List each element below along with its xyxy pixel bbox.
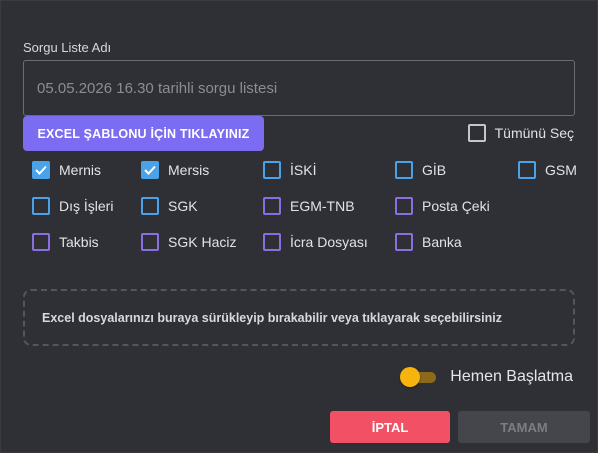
checkbox-box <box>395 161 413 179</box>
checkbox-box <box>395 197 413 215</box>
checkbox-box <box>263 197 281 215</box>
checkbox-box <box>141 233 159 251</box>
check-icon <box>144 165 156 175</box>
checkbox-box <box>467 124 486 142</box>
source-checkbox-gsm[interactable]: GSM <box>518 161 577 179</box>
source-label: EGM-TNB <box>290 198 355 214</box>
select-all-checkbox[interactable]: Tümünü Seç <box>467 124 574 142</box>
ok-button[interactable]: TAMAM <box>458 411 590 443</box>
source-checkbox-egm-tnb[interactable]: EGM-TNB <box>263 197 355 215</box>
checkbox-box <box>141 197 159 215</box>
source-label: İcra Dosyası <box>290 234 368 250</box>
source-checkbox-dis-isleri[interactable]: Dış İşleri <box>32 197 113 215</box>
select-all-label: Tümünü Seç <box>494 125 574 141</box>
source-checkbox-sgk[interactable]: SGK <box>141 197 198 215</box>
dropzone-text: Excel dosyalarınızı buraya sürükleyip bı… <box>42 310 502 325</box>
checkbox-box <box>141 161 159 179</box>
source-checkbox-iski[interactable]: İSKİ <box>263 161 316 179</box>
cancel-button[interactable]: İPTAL <box>330 411 450 443</box>
immediate-start-option: Hemen Başlatma <box>400 367 573 387</box>
source-label: SGK <box>168 198 198 214</box>
source-checkbox-sgk-haciz[interactable]: SGK Haciz <box>141 233 236 251</box>
check-icon <box>35 165 47 175</box>
checkbox-box <box>263 161 281 179</box>
list-name-label: Sorgu Liste Adı <box>23 40 112 55</box>
checkbox-box <box>263 233 281 251</box>
immediate-start-toggle[interactable] <box>400 367 438 387</box>
source-label: Posta Çeki <box>422 198 490 214</box>
list-name-input[interactable] <box>23 60 575 116</box>
source-label: Mernis <box>59 162 102 178</box>
source-checkbox-mersis[interactable]: Mersis <box>141 161 209 179</box>
source-checkbox-banka[interactable]: Banka <box>395 233 462 251</box>
checkbox-box <box>32 161 50 179</box>
checkbox-box <box>395 233 413 251</box>
source-label: Dış İşleri <box>59 198 114 214</box>
source-label: SGK Haciz <box>168 234 237 250</box>
source-checkbox-posta-ceki[interactable]: Posta Çeki <box>395 197 490 215</box>
excel-template-button[interactable]: EXCEL ŞABLONU İÇİN TIKLAYINIZ <box>23 116 264 151</box>
immediate-start-label: Hemen Başlatma <box>450 368 573 385</box>
source-checkbox-takbis[interactable]: Takbis <box>32 233 99 251</box>
source-checkbox-gib[interactable]: GİB <box>395 161 446 179</box>
checkbox-box <box>32 197 50 215</box>
source-label: Banka <box>422 234 462 250</box>
source-checkbox-mernis[interactable]: Mernis <box>32 161 101 179</box>
excel-dropzone[interactable]: Excel dosyalarınızı buraya sürükleyip bı… <box>23 289 575 346</box>
checkbox-box <box>32 233 50 251</box>
source-label: GSM <box>545 162 577 178</box>
source-label: Mersis <box>168 162 210 178</box>
toggle-knob <box>400 367 421 387</box>
source-label: GİB <box>422 162 447 178</box>
checkbox-box <box>518 161 536 179</box>
source-label: İSKİ <box>290 162 317 178</box>
source-checkbox-icra-dosyasi[interactable]: İcra Dosyası <box>263 233 368 251</box>
source-label: Takbis <box>59 234 99 250</box>
query-list-dialog: Sorgu Liste Adı EXCEL ŞABLONU İÇİN TIKLA… <box>0 0 598 453</box>
